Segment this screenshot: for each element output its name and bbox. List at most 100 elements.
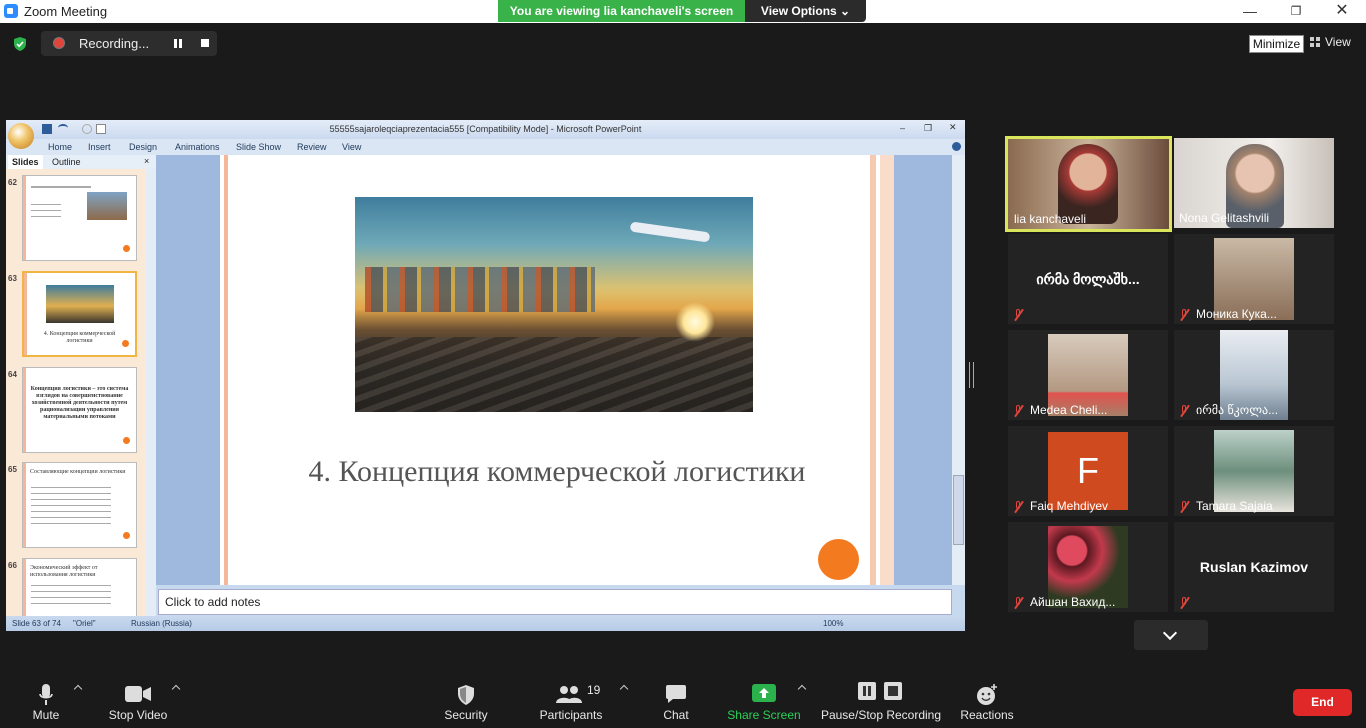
office-button-icon[interactable] — [8, 123, 34, 149]
thumb-number: 66 — [8, 561, 17, 570]
close-window-button[interactable]: ✕ — [1319, 0, 1365, 23]
thumb-image — [46, 285, 114, 323]
view-options-button[interactable]: View Options ⌄ — [745, 0, 866, 22]
pause-stop-recording-icon — [858, 682, 902, 700]
participant-name: Medea Cheli... — [1030, 403, 1108, 417]
slide-thumbnail[interactable]: Концепция логистики – это система взгляд… — [22, 367, 137, 453]
thumb-number: 65 — [8, 465, 17, 474]
ppt-tab-design[interactable]: Design — [129, 142, 157, 152]
status-theme: "Oriel" — [73, 619, 96, 628]
reactions-button[interactable]: Reactions — [958, 672, 1016, 728]
slide-thumbnails: 62 63 4. Концепция коммерческой логистик… — [6, 169, 146, 616]
participant-tile[interactable]: ირმა წკოლა... — [1174, 330, 1334, 420]
participant-name: Айшан Вахид... — [1030, 595, 1116, 609]
status-zoom[interactable]: 100% — [823, 619, 843, 628]
muted-mic-icon — [1179, 500, 1190, 512]
participant-name: Моника Кука... — [1196, 307, 1277, 321]
participant-tile[interactable]: Моника Кука... — [1174, 234, 1334, 324]
restore-window-button[interactable]: ❐ — [1273, 0, 1319, 23]
participants-options-caret-icon[interactable] — [619, 684, 629, 694]
participant-tile[interactable]: Айшан Вахид... — [1008, 522, 1168, 612]
viewing-screen-banner: You are viewing lia kanchaveli's screen — [498, 0, 745, 22]
ppt-close-icon[interactable]: ✕ — [949, 122, 957, 133]
pause-stop-recording-button[interactable]: Pause/Stop Recording — [820, 672, 942, 728]
security-shield-icon — [458, 685, 474, 705]
status-language[interactable]: Russian (Russia) — [131, 619, 192, 628]
encryption-shield-icon[interactable] — [12, 36, 28, 52]
ppt-ribbon-tabs: Home Insert Design Animations Slide Show… — [6, 139, 965, 155]
ppt-tab-view[interactable]: View — [342, 142, 361, 152]
audio-options-caret-icon[interactable] — [73, 684, 83, 694]
slide-thumbnail-selected[interactable]: 4. Концепция коммерческой логистики — [22, 271, 137, 357]
stop-recording-icon[interactable] — [201, 39, 209, 47]
view-options-label: View Options — [760, 4, 837, 18]
recording-indicator: Recording... — [41, 31, 217, 56]
slide-thumbnail[interactable] — [22, 175, 137, 261]
close-panel-icon[interactable]: × — [144, 156, 149, 166]
ppt-minimize-icon[interactable]: – — [900, 123, 905, 133]
participant-tile[interactable]: Nona Gelitashvili — [1174, 138, 1334, 228]
mute-button[interactable]: Mute — [22, 672, 70, 728]
muted-mic-icon — [1013, 404, 1024, 416]
participant-name: lia kanchaveli — [1014, 212, 1087, 226]
microphone-icon — [39, 684, 53, 705]
slide-logistics-photo — [355, 197, 753, 412]
muted-mic-icon — [1013, 308, 1024, 320]
view-layout-button[interactable]: View — [1310, 35, 1351, 49]
ppt-restore-icon[interactable]: ❐ — [924, 123, 932, 134]
ppt-tab-home[interactable]: Home — [48, 142, 72, 152]
window-title: Zoom Meeting — [24, 4, 108, 19]
participant-tile[interactable]: Medea Cheli... — [1008, 330, 1168, 420]
participant-name: ირმა წკოლა... — [1196, 403, 1279, 417]
ppt-help-icon[interactable] — [952, 142, 961, 151]
grid-view-icon — [1310, 37, 1320, 47]
pause-stop-recording-label: Pause/Stop Recording — [820, 708, 942, 722]
reactions-label: Reactions — [960, 708, 1014, 722]
muted-mic-icon — [1179, 404, 1190, 416]
view-layout-label: View — [1325, 35, 1351, 49]
participant-tile[interactable]: F Faiq Mehdiyev — [1008, 426, 1168, 516]
participants-button[interactable]: 19 Participants — [534, 672, 608, 728]
participant-tile[interactable]: Tamara Sajaia — [1174, 426, 1334, 516]
notes-pane[interactable]: Click to add notes — [158, 589, 952, 615]
video-options-caret-icon[interactable] — [171, 684, 181, 694]
share-screen-button[interactable]: Share Screen — [727, 672, 801, 728]
ppt-tab-review[interactable]: Review — [297, 142, 327, 152]
security-label: Security — [444, 708, 488, 722]
end-meeting-button[interactable]: End — [1293, 689, 1352, 716]
participant-tile[interactable]: ირმა მოლაშხ... — [1008, 234, 1168, 324]
mute-label: Mute — [32, 708, 60, 722]
tab-slides[interactable]: Slides — [8, 155, 43, 169]
participant-tile-active[interactable]: lia kanchaveli — [1005, 136, 1172, 232]
security-button[interactable]: Security — [436, 672, 496, 728]
muted-mic-icon — [1179, 596, 1190, 608]
ppt-tab-animations[interactable]: Animations — [175, 142, 220, 152]
minimize-window-button[interactable]: — — [1227, 0, 1273, 23]
slide-editor: 4. Концепция коммерческой логистики — [156, 155, 952, 585]
share-screen-label: Share Screen — [727, 708, 801, 722]
thumbnails-scrollbar[interactable] — [146, 169, 156, 616]
stop-video-button[interactable]: Stop Video — [104, 672, 172, 728]
participants-count: 19 — [587, 683, 601, 697]
editor-scrollbar[interactable] — [952, 155, 965, 585]
pause-recording-icon[interactable] — [174, 39, 183, 48]
slide-thumbnail[interactable]: Экономический эффект от использования ло… — [22, 558, 137, 616]
ppt-tab-slide-show[interactable]: Slide Show — [236, 142, 281, 152]
participant-name: Nona Gelitashvili — [1179, 211, 1270, 225]
slide-orange-circle — [818, 539, 859, 580]
participant-tile[interactable]: Ruslan Kazimov — [1174, 522, 1334, 612]
slides-outline-tabs: Slides Outline × — [6, 155, 156, 169]
ppt-tab-insert[interactable]: Insert — [88, 142, 111, 152]
participant-name: Faiq Mehdiyev — [1030, 499, 1109, 513]
slide-thumbnail[interactable]: Составляющие концепции логистики — [22, 462, 137, 548]
tab-outline[interactable]: Outline — [48, 155, 85, 169]
thumb-number: 62 — [8, 178, 17, 187]
ppt-document-title: 55555sajaroleqciaprezentacia555 [Compati… — [329, 124, 642, 134]
panel-resize-handle[interactable] — [969, 362, 974, 388]
stop-video-label: Stop Video — [108, 708, 168, 722]
thumb-text: 4. Концепция коммерческой логистики — [43, 331, 116, 344]
chat-button[interactable]: Chat — [652, 672, 700, 728]
chat-bubble-icon — [666, 685, 686, 703]
more-participants-chevron-down-icon[interactable] — [1134, 620, 1208, 650]
chat-label: Chat — [663, 708, 689, 722]
